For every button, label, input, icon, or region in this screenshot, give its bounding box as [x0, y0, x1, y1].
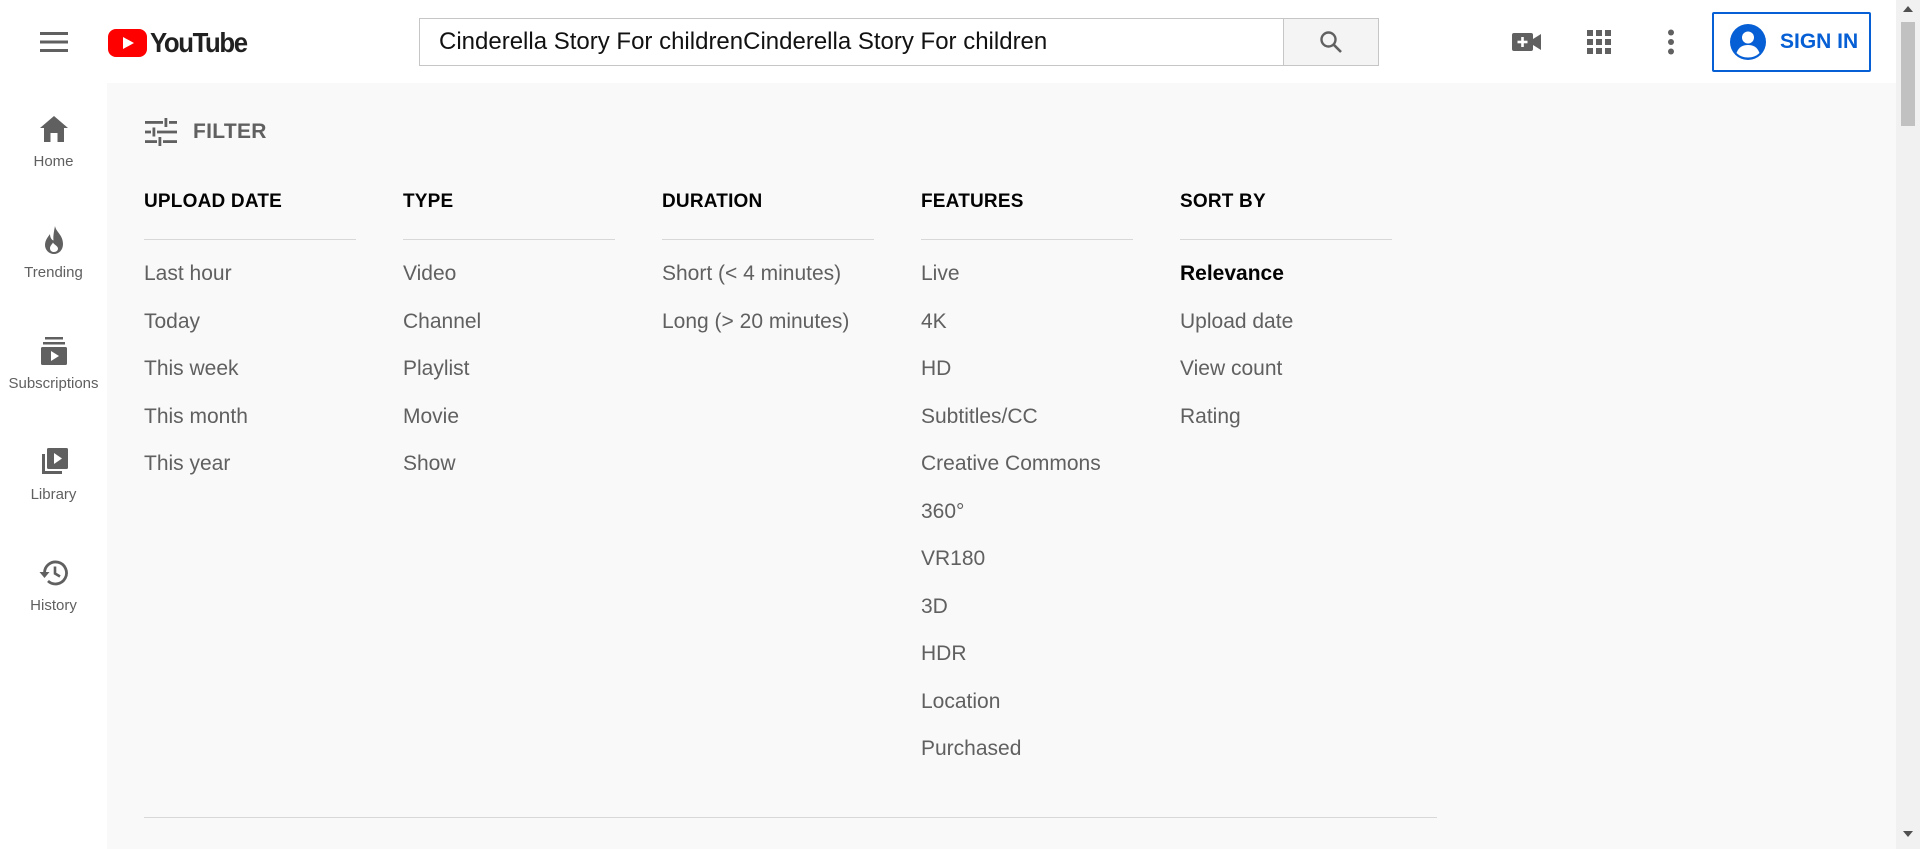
filter-column-upload-date: UPLOAD DATE Last hour Today This week This m… — [144, 191, 356, 500]
filter-option[interactable]: 360° — [921, 500, 1133, 548]
sign-in-button[interactable]: SIGN IN — [1712, 12, 1871, 72]
filter-option-list: Video Channel Playlist Movie Show — [403, 262, 615, 500]
create-video-button[interactable] — [1507, 22, 1547, 62]
filter-option-list: Short (< 4 minutes) Long (> 20 minutes) — [662, 262, 874, 357]
filter-button[interactable]: FILTER — [145, 118, 267, 146]
search-icon — [1320, 31, 1342, 53]
filter-group-title: SORT BY — [1180, 191, 1392, 240]
settings-menu-button[interactable] — [1651, 22, 1691, 62]
history-icon — [39, 557, 69, 589]
filter-option[interactable]: Short (< 4 minutes) — [662, 262, 874, 310]
filter-option[interactable]: Last hour — [144, 262, 356, 310]
filter-option[interactable]: Video — [403, 262, 615, 310]
scroll-down-arrow-icon[interactable] — [1903, 831, 1913, 837]
sidebar-item-history[interactable]: History — [0, 527, 107, 627]
filter-option-list: Live 4K HD Subtitles/CC Creative Commons 360°… — [921, 262, 1133, 785]
guide-menu-button[interactable] — [34, 22, 74, 62]
filter-option[interactable]: Upload date — [1180, 310, 1392, 358]
mini-guide: Home Trending Subscriptions Library Hist… — [0, 83, 107, 849]
filter-option[interactable]: Creative Commons — [921, 452, 1133, 500]
filter-label: FILTER — [193, 120, 267, 143]
search-button[interactable] — [1283, 18, 1379, 66]
filter-option-list: Relevance Upload date View count Rating — [1180, 262, 1392, 452]
sidebar-item-label: Home — [33, 153, 74, 170]
search-input[interactable] — [419, 18, 1283, 66]
sidebar-item-home[interactable]: Home — [0, 83, 107, 183]
filter-column-features: FEATURES Live 4K HD Subtitles/CC Creative Com… — [921, 191, 1133, 785]
sign-in-label: SIGN IN — [1780, 30, 1859, 53]
scroll-up-arrow-icon[interactable] — [1903, 6, 1913, 12]
account-circle-icon — [1730, 24, 1766, 60]
filter-option[interactable]: Today — [144, 310, 356, 358]
filter-option[interactable]: Playlist — [403, 357, 615, 405]
filter-option[interactable]: HDR — [921, 642, 1133, 690]
home-icon — [39, 113, 69, 145]
apps-grid-icon — [1587, 30, 1611, 54]
search-bar — [419, 18, 1379, 66]
sidebar-item-subscriptions[interactable]: Subscriptions — [0, 305, 107, 405]
filter-option[interactable]: 4K — [921, 310, 1133, 358]
filter-group-title: TYPE — [403, 191, 615, 240]
logo-wordmark: YouTube — [150, 27, 248, 58]
filter-option[interactable]: Subtitles/CC — [921, 405, 1133, 453]
filter-option[interactable]: 3D — [921, 595, 1133, 643]
filter-option[interactable]: VR180 — [921, 547, 1133, 595]
hamburger-icon — [40, 32, 68, 52]
youtube-play-icon — [108, 29, 147, 57]
sidebar-item-label: Subscriptions — [8, 375, 99, 392]
filter-option[interactable]: Long (> 20 minutes) — [662, 310, 874, 358]
search-results-area: FILTER UPLOAD DATE Last hour Today This wee… — [107, 83, 1896, 849]
filter-option[interactable]: Live — [921, 262, 1133, 310]
sidebar-item-label: History — [30, 597, 77, 614]
filter-group-title: FEATURES — [921, 191, 1133, 240]
sidebar-item-trending[interactable]: Trending — [0, 194, 107, 294]
library-icon — [39, 446, 69, 478]
page-scrollbar[interactable] — [1896, 0, 1920, 849]
sidebar-item-label: Trending — [24, 264, 83, 281]
more-vert-icon — [1668, 29, 1674, 55]
filter-option[interactable]: This month — [144, 405, 356, 453]
filter-option[interactable]: This year — [144, 452, 356, 500]
masthead: YouTube SIGN IN — [0, 0, 1896, 83]
filter-option[interactable]: HD — [921, 357, 1133, 405]
filter-option[interactable]: Purchased — [921, 737, 1133, 785]
scrollbar-thumb[interactable] — [1901, 22, 1915, 126]
filter-option[interactable]: Rating — [1180, 405, 1392, 453]
apps-button[interactable] — [1579, 22, 1619, 62]
filter-column-sort-by: SORT BY Relevance Upload date View count Rat… — [1180, 191, 1392, 452]
filter-group-title: DURATION — [662, 191, 874, 240]
youtube-logo[interactable]: YouTube — [108, 27, 255, 58]
filter-column-type: TYPE Video Channel Playlist Movie Show — [403, 191, 615, 500]
filter-group-title: UPLOAD DATE — [144, 191, 356, 240]
filter-option-list: Last hour Today This week This month This ye… — [144, 262, 356, 500]
tune-icon — [145, 118, 177, 146]
subscriptions-icon — [40, 335, 67, 367]
filter-option[interactable]: Channel — [403, 310, 615, 358]
sidebar-item-library[interactable]: Library — [0, 416, 107, 516]
filter-option[interactable]: This week — [144, 357, 356, 405]
sidebar-item-label: Library — [30, 486, 77, 503]
video-camera-add-icon — [1512, 33, 1541, 51]
trending-icon — [43, 224, 65, 256]
filter-option[interactable]: Location — [921, 690, 1133, 738]
filter-column-duration: DURATION Short (< 4 minutes) Long (> 20 mi… — [662, 191, 874, 357]
filter-divider — [144, 817, 1437, 818]
filter-option[interactable]: Relevance — [1180, 262, 1392, 310]
filter-option[interactable]: Movie — [403, 405, 615, 453]
filter-option[interactable]: View count — [1180, 357, 1392, 405]
filter-option[interactable]: Show — [403, 452, 615, 500]
